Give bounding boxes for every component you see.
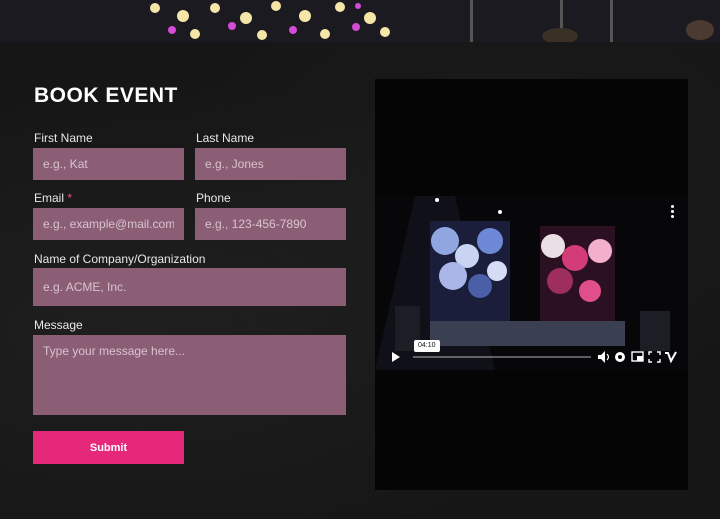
play-icon[interactable] <box>392 352 400 362</box>
fullscreen-icon[interactable] <box>648 351 661 363</box>
pip-icon[interactable] <box>631 351 644 362</box>
more-options-icon[interactable] <box>670 205 676 219</box>
phone-label: Phone <box>196 191 231 205</box>
submit-button[interactable]: Submit <box>33 431 184 464</box>
volume-icon[interactable] <box>598 351 610 363</box>
hero-banner-strip <box>0 0 720 42</box>
last-name-label-text: Last Name <box>196 131 255 145</box>
email-field[interactable] <box>33 208 184 240</box>
company-input[interactable] <box>33 268 346 306</box>
settings-icon[interactable] <box>615 352 625 362</box>
controls-bar <box>392 351 677 364</box>
first-name-label: First Name <box>34 131 93 145</box>
company-label-text: Name of Company/Organization <box>34 252 206 266</box>
email-label-text: Email <box>34 191 65 205</box>
vimeo-logo-icon[interactable] <box>665 351 677 364</box>
first-name-input[interactable] <box>33 148 184 180</box>
phone-label-text: Phone <box>196 191 231 205</box>
last-name-label: Last Name <box>196 131 254 145</box>
message-textarea[interactable] <box>33 335 346 415</box>
company-label: Name of Company/Organization <box>34 252 205 266</box>
page-title: BOOK EVENT <box>34 84 178 107</box>
last-name-input[interactable] <box>195 148 346 180</box>
phone-input[interactable] <box>195 208 346 240</box>
stage-lights-image <box>0 0 720 42</box>
required-asterisk: * <box>67 191 73 205</box>
message-label-text: Message <box>34 318 83 332</box>
message-label: Message <box>34 318 83 332</box>
video-controls <box>375 346 688 368</box>
first-name-label-text: First Name <box>34 131 93 145</box>
email-label: Email * <box>34 191 72 205</box>
